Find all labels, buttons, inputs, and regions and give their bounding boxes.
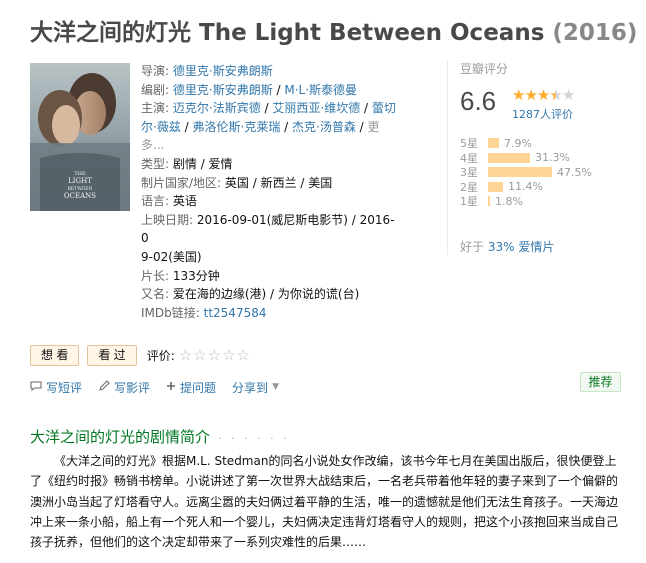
poster-caption-light: LIGHT [68,177,92,185]
watched-button[interactable]: 看 过 [87,344,137,366]
rating-bar-row: 2星 11.4% [460,180,620,195]
pencil-icon [98,379,110,395]
better-than-link[interactable]: 33% 爱情片 [488,240,555,254]
star-empty-icon: ★ [561,86,575,104]
better-than: 好于 33% 爱情片 [460,238,554,255]
write-review-link[interactable]: 写影评 [98,379,150,396]
imdb-label: IMDb链接: [141,305,200,320]
star-icon: ★ [512,86,525,104]
rating-bar-row: 4星 31.3% [460,151,620,166]
movie-info: 导演: 德里克·斯安弗朗斯 编剧: 德里克·斯安弗朗斯 / M·L·斯泰德曼 主… [141,62,401,322]
rating-bar-percent: 1.8% [495,194,523,208]
summary-title: 大洋之间的灯光的剧情简介 [30,428,211,446]
share-dropdown[interactable]: 分享到 ▼ [232,379,279,396]
rating-stars: ★★★★★ [512,86,575,104]
rating-bar-label: 1星 [460,195,478,209]
cast-link-1[interactable]: 迈克尔·法斯宾德 [173,101,261,115]
imdb-link[interactable]: tt2547584 [204,306,267,320]
writer-row: 编剧: 德里克·斯安弗朗斯 / M·L·斯泰德曼 [141,82,358,97]
aka-value: 爱在海的边缘(港) / 为你说的谎(台) [172,287,360,302]
poster-caption-oceans: OCEANS [64,192,96,200]
genre-row: 类型: 剧情 / 爱情 [141,155,401,174]
rating-distribution: 5星 7.9% 4星 31.3% 3星 47.5% 2星 11.4% 1星 1.8% [460,136,620,209]
release-label: 上映日期: [141,212,194,227]
rating-panel: 豆瓣评分 6.6 ★★★★★ 1287人评价 5星 7.9% 4星 31.3% 3星 47… [460,60,620,254]
rating-bar-row: 1星 1.8% [460,194,620,209]
rate-label: 评价: [146,348,175,363]
movie-year: (2016) [552,20,638,46]
rating-bar-percent: 7.9% [504,136,532,150]
imdb-row: IMDb链接: tt2547584 [141,304,401,323]
movie-title: 大洋之间的灯光 The Light Between Oceans [30,20,545,46]
plus-icon [166,380,176,394]
rating-bar-row: 3星 47.5% [460,165,620,180]
summary-heading: 大洋之间的灯光的剧情简介 · · · · · · [30,426,289,447]
half-star-icon: ★ [549,86,562,104]
cast-label: 主演: [141,101,170,116]
country-label: 制片国家/地区: [141,175,222,190]
rating-bar [488,167,552,178]
genre-value: 剧情 / 爱情 [172,156,233,171]
country-row: 制片国家/地区: 英国 / 新西兰 / 美国 [141,174,401,193]
language-label: 语言: [141,194,170,209]
write-short-review-link[interactable]: 写短评 [30,379,82,396]
aka-label: 又名: [141,287,170,302]
movie-poster[interactable]: THE LIGHT BETWEEN OCEANS [30,63,130,211]
release-row: 上映日期: 2016-09-01(威尼斯电影节) / 2016-0 9-02(美… [141,211,401,267]
page-title: 大洋之间的灯光 The Light Between Oceans (2016) [30,15,637,51]
genre-label: 类型: [141,156,170,171]
rating-bar-percent: 11.4% [508,180,543,194]
rating-bar-percent: 47.5% [557,165,592,179]
recommend-button[interactable]: 推荐 [580,372,621,392]
runtime-label: 片长: [141,268,170,283]
caret-down-icon: ▼ [272,382,279,392]
writer-link-2[interactable]: M·L·斯泰德曼 [284,83,357,97]
writer-link-1[interactable]: 德里克·斯安弗朗斯 [173,83,273,97]
ask-question-link[interactable]: 提问题 [166,379,216,396]
country-value: 英国 / 新西兰 / 美国 [224,175,333,190]
operation-links: 写短评 写影评 提问题 分享到 ▼ [30,378,295,396]
rating-bar [488,181,503,192]
rating-score: 6.6 [460,86,497,116]
interest-actions: 想 看 看 过 评价: ☆☆☆☆☆ [30,344,251,366]
rating-bar [488,196,490,207]
share-label: 分享到 [232,380,269,395]
star-icon: ★ [524,86,537,104]
rating-bar [488,138,499,149]
director-label: 导演: [141,64,170,78]
rating-divider [447,60,448,255]
write-review-label: 写影评 [114,380,151,395]
runtime-row: 片长: 133分钟 [141,267,401,286]
rating-bar [488,152,530,163]
director-link[interactable]: 德里克·斯安弗朗斯 [173,64,273,78]
cast-link-5[interactable]: 杰克·汤普森 [292,120,356,134]
runtime-value: 133分钟 [172,268,220,283]
summary-text: 《大洋之间的灯光》根据M.L. Stedman的同名小说处女作改编，该书今年七月… [30,454,619,550]
writer-label: 编剧: [141,82,170,97]
language-value: 英语 [172,194,197,209]
cast-row: 主演: 迈克尔·法斯宾德 / 艾丽西亚·维坎德 / 蕾切尔·薇兹 / 弗洛伦斯·… [141,101,396,153]
comment-icon [30,380,42,395]
rating-bar-percent: 31.3% [535,151,570,165]
want-to-watch-button[interactable]: 想 看 [30,344,80,366]
language-row: 语言: 英语 [141,192,401,211]
summary-dots: · · · · · · [218,432,290,445]
director-row: 导演: 德里克·斯安弗朗斯 [141,62,401,81]
cast-link-2[interactable]: 艾丽西亚·维坎德 [272,101,360,115]
star-icon: ★ [536,86,550,104]
rating-label: 豆瓣评分 [460,62,509,76]
release-value-2: 9-02(美国) [141,249,202,264]
rating-votes-link[interactable]: 1287人评价 [512,106,573,122]
write-short-review-label: 写短评 [46,380,83,395]
better-than-prefix: 好于 [460,240,485,254]
aka-row: 又名: 爱在海的边缘(港) / 为你说的谎(台) [141,285,401,304]
cast-link-4[interactable]: 弗洛伦斯·克莱瑞 [193,120,281,134]
rating-bar-row: 5星 7.9% [460,136,620,151]
rate-stars[interactable]: ☆☆☆☆☆ [179,346,251,364]
ask-question-label: 提问题 [180,380,217,395]
